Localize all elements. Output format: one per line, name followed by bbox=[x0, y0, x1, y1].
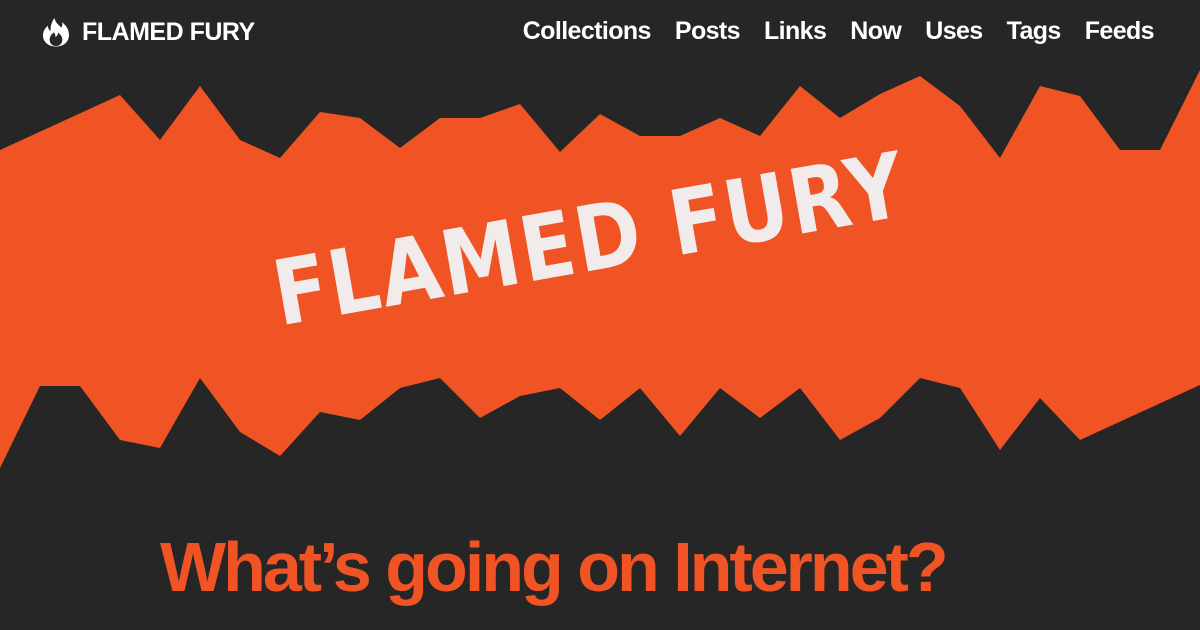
home-link[interactable]: FLAMED FURY bbox=[42, 16, 255, 48]
page-tagline: What’s going on Internet? bbox=[160, 528, 949, 606]
nav-item: Now bbox=[850, 14, 902, 48]
main-nav: Collections Posts Links Now Uses Tags Fe… bbox=[523, 14, 1155, 48]
nav-item: Tags bbox=[1007, 14, 1062, 48]
nav-feeds[interactable]: Feeds bbox=[1085, 14, 1155, 48]
nav-now[interactable]: Now bbox=[850, 14, 902, 48]
nav-item: Uses bbox=[925, 14, 983, 48]
nav-links[interactable]: Links bbox=[764, 14, 827, 48]
nav-tags[interactable]: Tags bbox=[1007, 14, 1062, 48]
nav-collections[interactable]: Collections bbox=[523, 14, 652, 48]
flame-icon bbox=[43, 18, 69, 47]
nav-posts[interactable]: Posts bbox=[675, 14, 741, 48]
nav-item: Collections bbox=[523, 14, 652, 48]
nav-item: Posts bbox=[675, 14, 741, 48]
nav-uses[interactable]: Uses bbox=[925, 14, 983, 48]
nav-item: Links bbox=[764, 14, 827, 48]
site-name: FLAMED FURY bbox=[82, 18, 255, 46]
nav-item: Feeds bbox=[1085, 14, 1155, 48]
site-header: FLAMED FURY Collections Posts Links Now … bbox=[0, 0, 1200, 64]
